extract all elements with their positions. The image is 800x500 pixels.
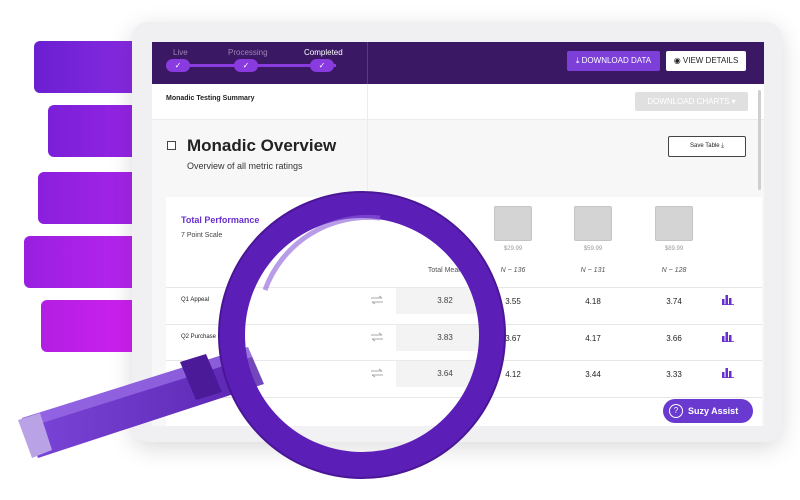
value-cell: 3.33 [666,370,682,379]
overview-subtitle: Overview of all metric ratings [187,161,303,171]
save-table-button[interactable]: Save Table ⤓ [668,136,746,157]
value-cell: 3.67 [505,334,521,343]
step-label-completed: Completed [304,48,343,57]
total-mean-cell: 3.82 [396,288,494,314]
decorative-bar [48,105,142,157]
row-divider [166,397,762,398]
bar-chart-icon[interactable] [722,332,734,342]
row-label: Q2 Purchase In [181,334,223,340]
product-image [655,206,693,241]
value-cell: 3.55 [505,297,521,306]
sample-size: N ~ 136 [500,267,526,274]
decorative-bar [38,172,142,224]
overview-checkbox[interactable] [167,141,176,150]
view-details-button[interactable]: ◉ VIEW DETAILS [666,51,746,71]
bar-chart-icon[interactable] [722,295,734,305]
decorative-bar [24,236,142,288]
download-icon: ⤓ [719,143,724,149]
value-cell: 3.66 [666,334,682,343]
scrollbar[interactable] [758,90,761,190]
product-price: $89.99 [664,246,684,252]
swap-icon[interactable] [370,332,384,342]
app-screen: Live Processing Completed ✓ ✓ ✓ ⤓ DOWNLO… [152,42,764,426]
product-image [574,206,612,241]
summary-title: Monadic Testing Summary [166,95,255,102]
overview-title: Monadic Overview [187,136,337,155]
view-details-label: VIEW DETAILS [682,56,739,65]
performance-title: Total Performance [181,215,260,225]
download-data-label: DOWNLOAD DATA [581,56,652,65]
row-label: Q1 Appeal [181,297,210,303]
download-charts-button[interactable]: DOWNLOAD CHARTS ▾ [635,92,748,111]
swap-icon[interactable] [370,295,384,305]
download-charts-label: DOWNLOAD CHARTS [647,97,730,106]
divider [367,42,368,84]
swap-icon[interactable] [370,368,384,378]
value-cell: 4.12 [505,370,521,379]
value-cell: 4.18 [585,297,601,306]
product-price: $29.99 [503,246,523,252]
check-icon: ✓ [310,59,334,72]
step-label-live: Live [173,48,188,57]
sample-size: N ~ 131 [580,267,606,274]
scale-label: 7 Point Scale [181,232,223,239]
total-mean-cell: 3.64 [396,361,494,387]
product-image [494,206,532,241]
top-header: Live Processing Completed ✓ ✓ ✓ ⤓ DOWNLO… [152,42,764,84]
help-icon: ? [669,404,683,418]
check-icon: ✓ [234,59,258,72]
caret-down-icon: ▾ [729,97,736,106]
assist-label: Suzy Assist [688,406,739,416]
step-label-processing: Processing [228,48,268,57]
value-cell: 3.74 [666,297,682,306]
value-cell: 3.44 [585,370,601,379]
check-icon: ✓ [166,59,190,72]
save-table-label: Save Table [690,143,720,149]
product-price: $59.99 [583,246,603,252]
sample-size: N ~ 128 [661,267,687,274]
value-cell: 4.17 [585,334,601,343]
decorative-bar [41,300,142,352]
decorative-bar [34,41,142,93]
eye-icon: ◉ [673,56,683,65]
total-mean-cell: 3.83 [396,325,494,351]
bar-chart-icon[interactable] [722,368,734,378]
download-data-button[interactable]: ⤓ DOWNLOAD DATA [567,51,660,71]
